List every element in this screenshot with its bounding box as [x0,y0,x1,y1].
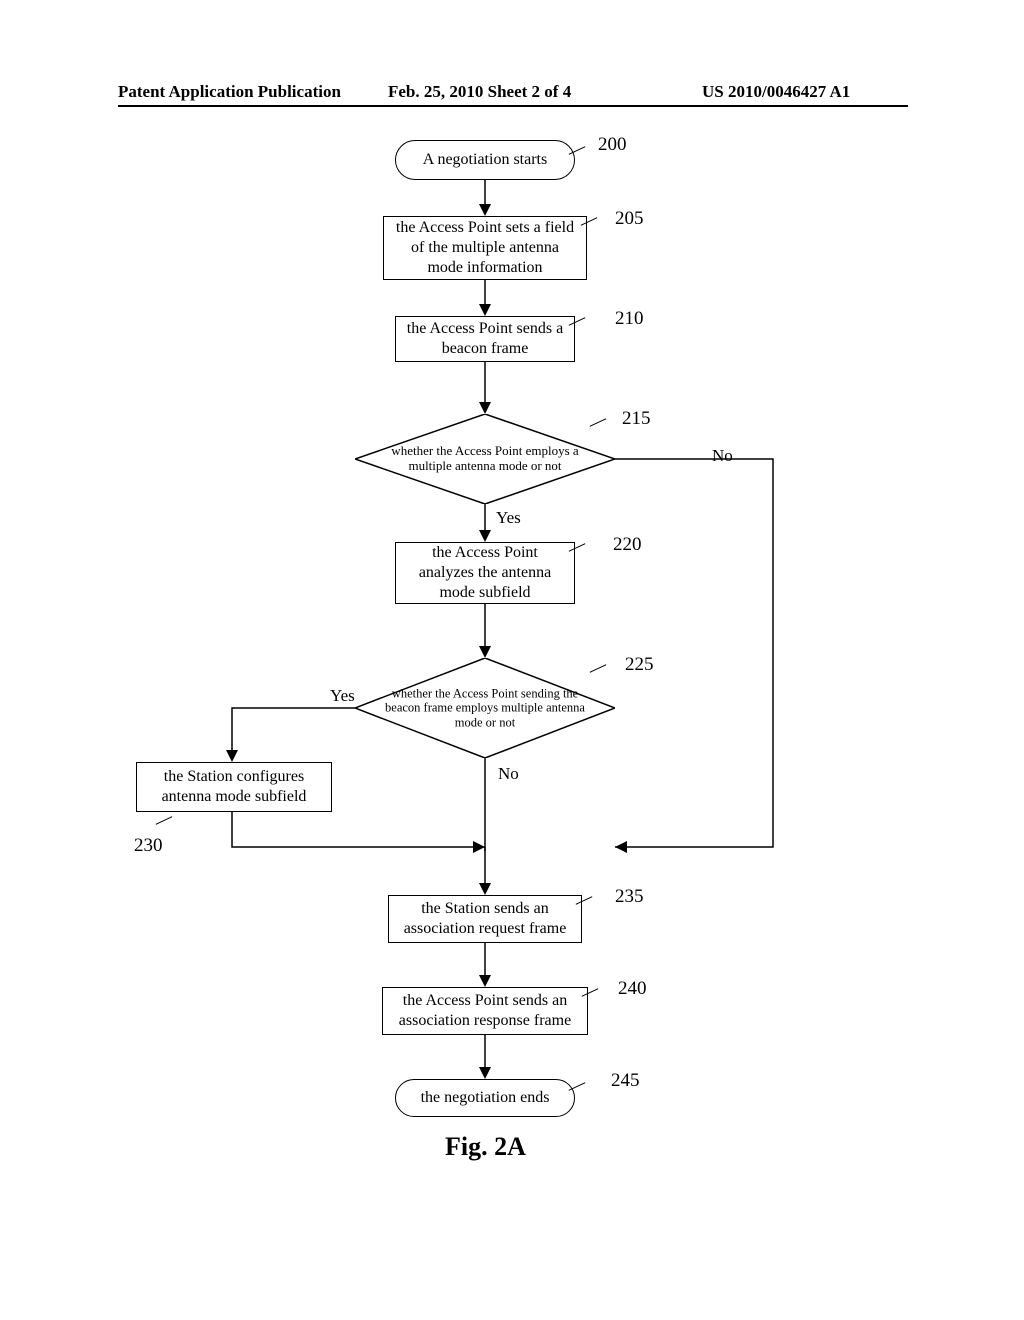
connector-yes-225 [230,708,360,762]
ref-230: 230 [134,835,163,857]
ref-205: 205 [615,208,644,230]
ref-245: 245 [611,1070,640,1092]
ref-235: 235 [615,886,644,908]
header-publication: Patent Application Publication [118,82,341,102]
arrow [483,180,487,216]
process-230-label: the Station configures antenna mode subf… [145,767,323,807]
terminator-end: the negotiation ends [395,1079,575,1117]
flowchart: A negotiation starts 200 the Access Poin… [0,120,1024,1270]
header-rule [118,105,908,107]
process-205: the Access Point sets a field of the mul… [383,216,587,280]
arrow [483,604,487,658]
process-235-label: the Station sends an association request… [397,899,573,939]
process-205-label: the Access Point sets a field of the mul… [392,218,578,278]
arrow [483,1035,487,1079]
decision-215-label: whether the Access Point employs a multi… [384,444,587,474]
label-no: No [498,764,519,784]
label-yes: Yes [496,508,521,528]
arrow [483,362,487,414]
decision-225-label: whether the Access Point sending the bea… [384,686,587,729]
ref-210: 210 [615,308,644,330]
terminator-start: A negotiation starts [395,140,575,180]
decision-225: whether the Access Point sending the bea… [355,658,615,758]
process-220-label: the Access Point analyzes the antenna mo… [404,543,566,603]
decision-215: whether the Access Point employs a multi… [355,414,615,504]
header-date-sheet: Feb. 25, 2010 Sheet 2 of 4 [388,82,571,102]
arrow [483,504,487,542]
header-pubnum: US 2010/0046427 A1 [702,82,850,102]
ref-220: 220 [613,534,642,556]
terminator-start-label: A negotiation starts [423,150,547,170]
terminator-end-label: the negotiation ends [421,1088,550,1108]
process-210-label: the Access Point sends a beacon frame [404,319,566,359]
process-210: the Access Point sends a beacon frame [395,316,575,362]
process-220: the Access Point analyzes the antenna mo… [395,542,575,604]
label-yes: Yes [330,686,355,706]
leader-tick [156,816,173,825]
arrow [483,943,487,987]
ref-215: 215 [622,408,651,430]
process-235: the Station sends an association request… [388,895,582,943]
connector-230-merge [230,812,490,856]
arrow [483,280,487,316]
process-240: the Access Point sends an association re… [382,987,588,1035]
figure-caption: Fig. 2A [445,1132,526,1162]
process-230: the Station configures antenna mode subf… [136,762,332,812]
process-240-label: the Access Point sends an association re… [391,991,579,1031]
arrow [483,847,487,895]
ref-200: 200 [598,134,627,156]
ref-225: 225 [625,654,654,676]
ref-240: 240 [618,978,647,1000]
